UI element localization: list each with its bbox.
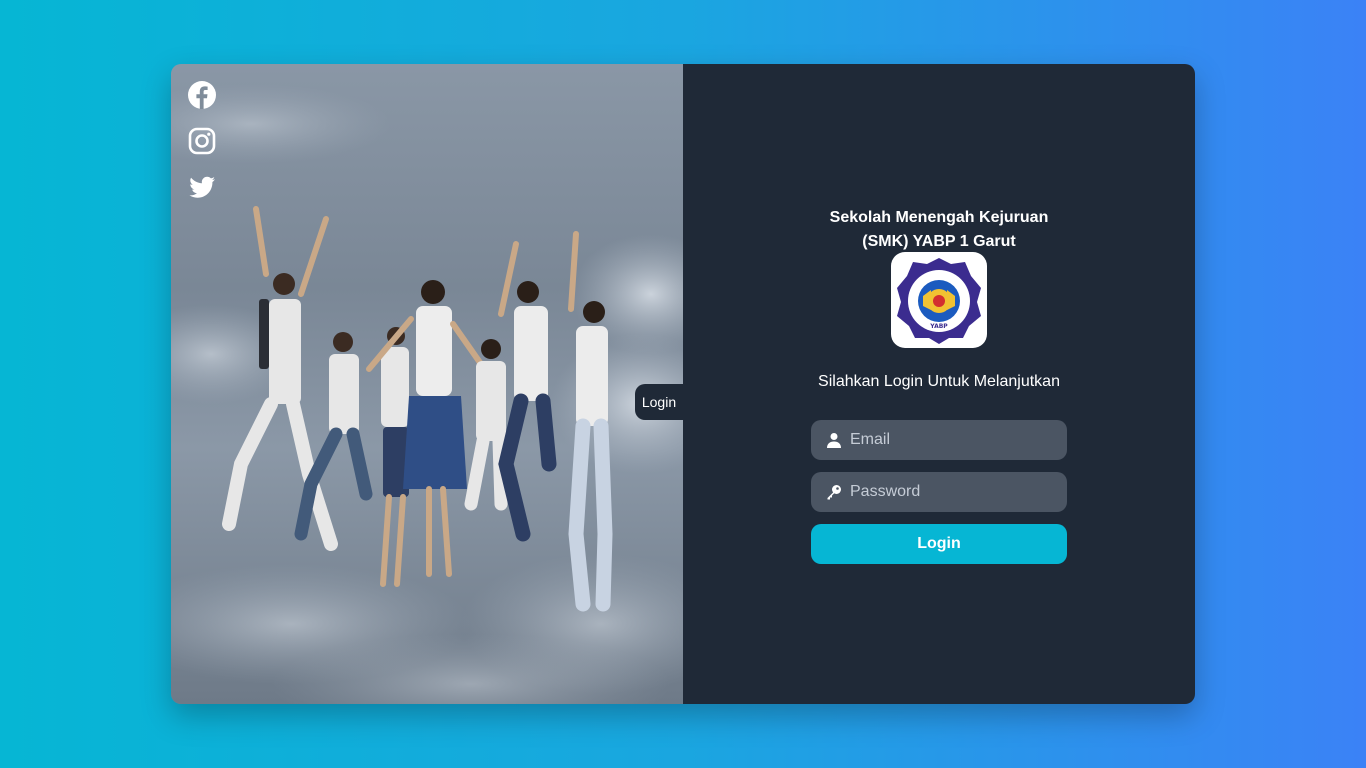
login-panel: Sekolah Menengah Kejuruan (SMK) YABP 1 G…: [683, 64, 1195, 704]
hero-image-panel: [171, 64, 683, 704]
user-icon: [827, 433, 841, 448]
login-subtitle: Silahkan Login Untuk Melanjutkan: [818, 373, 1060, 390]
key-icon: [827, 485, 841, 500]
school-name-line1: Sekolah Menengah Kejuruan: [829, 209, 1049, 226]
email-field[interactable]: [811, 420, 1067, 460]
email-input[interactable]: [850, 420, 1067, 460]
students-jumping-photo: [171, 84, 683, 704]
school-name-line2: (SMK) YABP 1 Garut: [862, 233, 1016, 250]
instagram-icon[interactable]: [186, 125, 218, 157]
password-field[interactable]: [811, 472, 1067, 512]
school-name: Sekolah Menengah Kejuruan (SMK) YABP 1 G…: [683, 206, 1195, 254]
twitter-icon[interactable]: [186, 171, 218, 203]
school-logo: YABP: [891, 252, 987, 348]
school-emblem-icon: YABP: [897, 258, 981, 344]
login-card: Sekolah Menengah Kejuruan (SMK) YABP 1 G…: [171, 64, 1195, 704]
login-button[interactable]: Login: [811, 524, 1067, 564]
password-input[interactable]: [850, 472, 1067, 512]
social-links: [186, 79, 218, 203]
svg-text:YABP: YABP: [929, 323, 948, 330]
login-side-tab[interactable]: Login: [635, 384, 683, 420]
facebook-icon[interactable]: [186, 79, 218, 111]
